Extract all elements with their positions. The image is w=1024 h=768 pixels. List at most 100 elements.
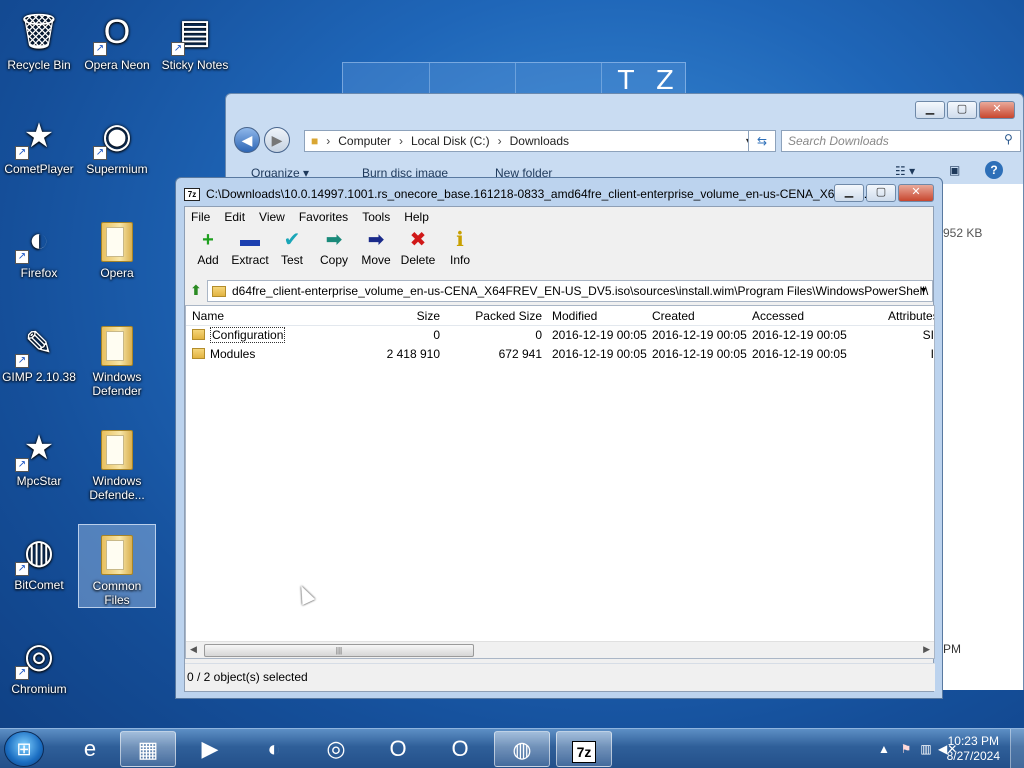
preview-pane-icon[interactable]: ▣ [949,163,960,177]
view-options-icon[interactable]: ☷ ▾ [895,164,915,178]
taskbar-7zip-button[interactable]: 7z [556,731,612,767]
opera-neon-icon: O [389,736,407,761]
minimize-button[interactable]: ▁ [834,184,864,202]
menu-tools[interactable]: Tools [362,210,390,224]
action-center-icon[interactable]: ⚑ [898,742,914,756]
taskbar-bitcomet-button[interactable]: ◍ [494,731,550,767]
taskbar-internet-explorer-button[interactable]: e [62,731,118,767]
cell-attr: SI [922,328,934,342]
show-hidden-icons-icon[interactable]: ▲ [876,742,892,756]
clock-time: 10:23 PM [947,734,999,748]
column-packed-size[interactable]: Packed Size [448,306,542,326]
cell-created: 2016-12-19 00:05 [652,328,747,342]
breadcrumb-downloads[interactable]: Downloads [510,134,569,148]
desktop-icon-label: CometPlayer [4,162,74,176]
column-accessed[interactable]: Accessed [752,306,848,326]
sticky-notes-icon: ▤ ↗ [171,8,219,56]
shortcut-arrow-icon: ↗ [171,42,185,56]
maximize-button[interactable]: ▢ [866,184,896,202]
desktop-icon-recycle-bin[interactable]: 🗑 Recycle Bin [0,4,78,72]
maximize-button[interactable]: ▢ [947,101,977,119]
desktop-icon-chromium[interactable]: ◎ ↗ Chromium [0,628,78,696]
taskbar-opera-neon-button[interactable]: O [370,731,426,767]
taskbar-opera-button[interactable]: O [432,731,488,767]
column-created[interactable]: Created [652,306,748,326]
column-attributes[interactable]: Attributes [888,306,934,326]
info-button[interactable]: ℹ Info [441,227,479,275]
windows-defende-icon [93,424,141,472]
column-modified[interactable]: Modified [552,306,648,326]
cell-packed: 0 [535,328,542,342]
desktop-icon-windows-defender[interactable]: Windows Defender [78,316,156,398]
forward-button[interactable]: ▶ [264,127,290,153]
taskbar-explorer-button[interactable]: ▦ [120,731,176,767]
clock[interactable]: 10:23 PM 8/27/2024 [947,734,1000,764]
chevron-down-icon[interactable]: ▼ [919,285,928,295]
desktop-icon-mpcstar[interactable]: ★ ↗ MpcStar [0,420,78,488]
7zip-icon: 7z [571,741,597,763]
taskbar-media-player-button[interactable]: ▶ [182,731,238,767]
test-button[interactable]: ✔ Test [273,227,311,275]
desktop-icon-bitcomet[interactable]: ◍ ↗ BitComet [0,524,78,592]
back-button[interactable]: ◀ [234,127,260,153]
column-size[interactable]: Size [346,306,440,326]
taskbar-chromium-button[interactable]: ◎ [308,731,364,767]
desktop-icon-label: Windows Defender [92,370,142,398]
show-desktop-button[interactable] [1010,729,1024,768]
add-button[interactable]: + Add [189,227,227,275]
address-bar[interactable]: ■ › Computer › Local Disk (C:) › Downloa… [304,130,766,152]
menu-help[interactable]: Help [404,210,429,224]
tool-label: Extract [231,253,269,267]
table-row[interactable]: Modules 2 418 910 672 941 2016-12-19 00:05 2… [186,345,934,364]
scroll-thumb[interactable]: ||| [204,644,474,657]
menu-file[interactable]: File [191,210,210,224]
gimp-2-10-38-icon: ✎ ↗ [15,320,63,368]
scroll-right-icon[interactable]: ▶ [923,644,930,655]
breadcrumb-disk[interactable]: Local Disk (C:) [411,134,490,148]
7zip-window[interactable]: 7z C:\Downloads\10.0.14997.1001.rs_oneco… [175,177,943,699]
file-list[interactable]: Name Size Packed Size Modified Created A… [185,305,935,659]
path-text: d64fre_client-enterprise_volume_en-us-CE… [232,284,929,298]
desktop-icon-windows-defende[interactable]: Windows Defende... [78,420,156,502]
move-button[interactable]: ➡ Move [357,227,395,275]
extract-button[interactable]: ▬ Extract [231,227,269,275]
copy-button[interactable]: ➡ Copy [315,227,353,275]
close-button[interactable]: ✕ [979,101,1015,119]
taskbar-firefox-button[interactable]: ◐ [246,731,302,767]
start-button[interactable]: ⊞ [4,731,44,767]
chromium-icon: ◎ [326,736,346,761]
common-files-icon [93,529,141,577]
close-button[interactable]: ✕ [898,184,934,202]
path-input[interactable]: d64fre_client-enterprise_volume_en-us-CE… [207,280,933,302]
desktop-icon-sticky-notes[interactable]: ▤ ↗ Sticky Notes [156,4,234,72]
menu-view[interactable]: View [259,210,285,224]
desktop-icon-opera-neon[interactable]: O ↗ Opera Neon [78,4,156,72]
network-icon[interactable]: ▥ [918,742,934,756]
minimize-button[interactable]: ▁ [915,101,945,119]
desktop-icon-cometplayer[interactable]: ★ ↗ CometPlayer [0,108,78,176]
delete-button[interactable]: ✖ Delete [399,227,437,275]
desktop-icon-label: Sticky Notes [161,58,229,72]
refresh-icon[interactable]: ⇆ [748,130,776,152]
firefox-icon: ◐ ↗ [15,216,63,264]
search-input[interactable]: Search Downloads [781,130,1021,152]
desktop-icon-opera[interactable]: Opera [78,212,156,280]
cometplayer-icon: ★ ↗ [15,112,63,160]
scroll-left-icon[interactable]: ◀ [190,644,197,655]
cell-size: 0 [433,328,440,342]
desktop-icon-firefox[interactable]: ◐ ↗ Firefox [0,212,78,280]
horizontal-scrollbar[interactable]: ◀ ||| ▶ [186,641,934,658]
desktop-icon-gimp-2-10-38[interactable]: ✎ ↗ GIMP 2.10.38 [0,316,78,384]
table-row[interactable]: Configuration 0 0 2016-12-19 00:05 2016-12-1… [186,326,934,345]
desktop-icon-supermium[interactable]: ◉ ↗ Supermium [78,108,156,176]
menu-edit[interactable]: Edit [224,210,245,224]
menu-favorites[interactable]: Favorites [299,210,348,224]
up-folder-icon[interactable]: ⬆ [185,280,207,302]
clock-date: 8/27/2024 [946,749,1000,763]
desktop-icon-common-files[interactable]: Common Files [78,524,156,608]
wallpaper-panel [342,62,686,97]
path-bar: ⬆ d64fre_client-enterprise_volume_en-us-… [185,279,935,303]
help-icon[interactable]: ? [985,161,1003,179]
column-name[interactable]: Name [192,306,342,326]
breadcrumb-computer[interactable]: Computer [338,134,391,148]
